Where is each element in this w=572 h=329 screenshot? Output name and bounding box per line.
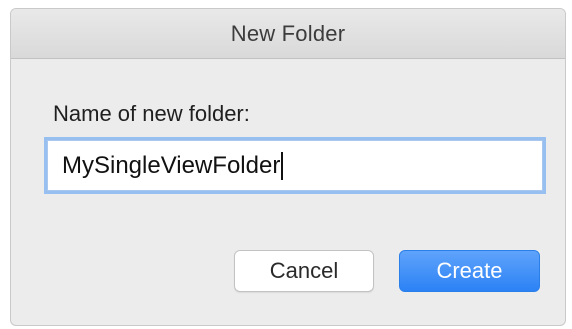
- folder-name-value: MySingleViewFolder: [62, 151, 281, 179]
- folder-name-label: Name of new folder:: [53, 101, 250, 126]
- create-button[interactable]: Create: [399, 250, 540, 292]
- folder-name-input[interactable]: MySingleViewFolder: [47, 140, 543, 191]
- dialog-title: New Folder: [230, 20, 346, 46]
- new-folder-dialog: New Folder Name of new folder: MySingleV…: [10, 8, 566, 326]
- cancel-button[interactable]: Cancel: [234, 250, 374, 292]
- text-caret: [281, 151, 284, 180]
- title-bar: New Folder: [11, 9, 565, 59]
